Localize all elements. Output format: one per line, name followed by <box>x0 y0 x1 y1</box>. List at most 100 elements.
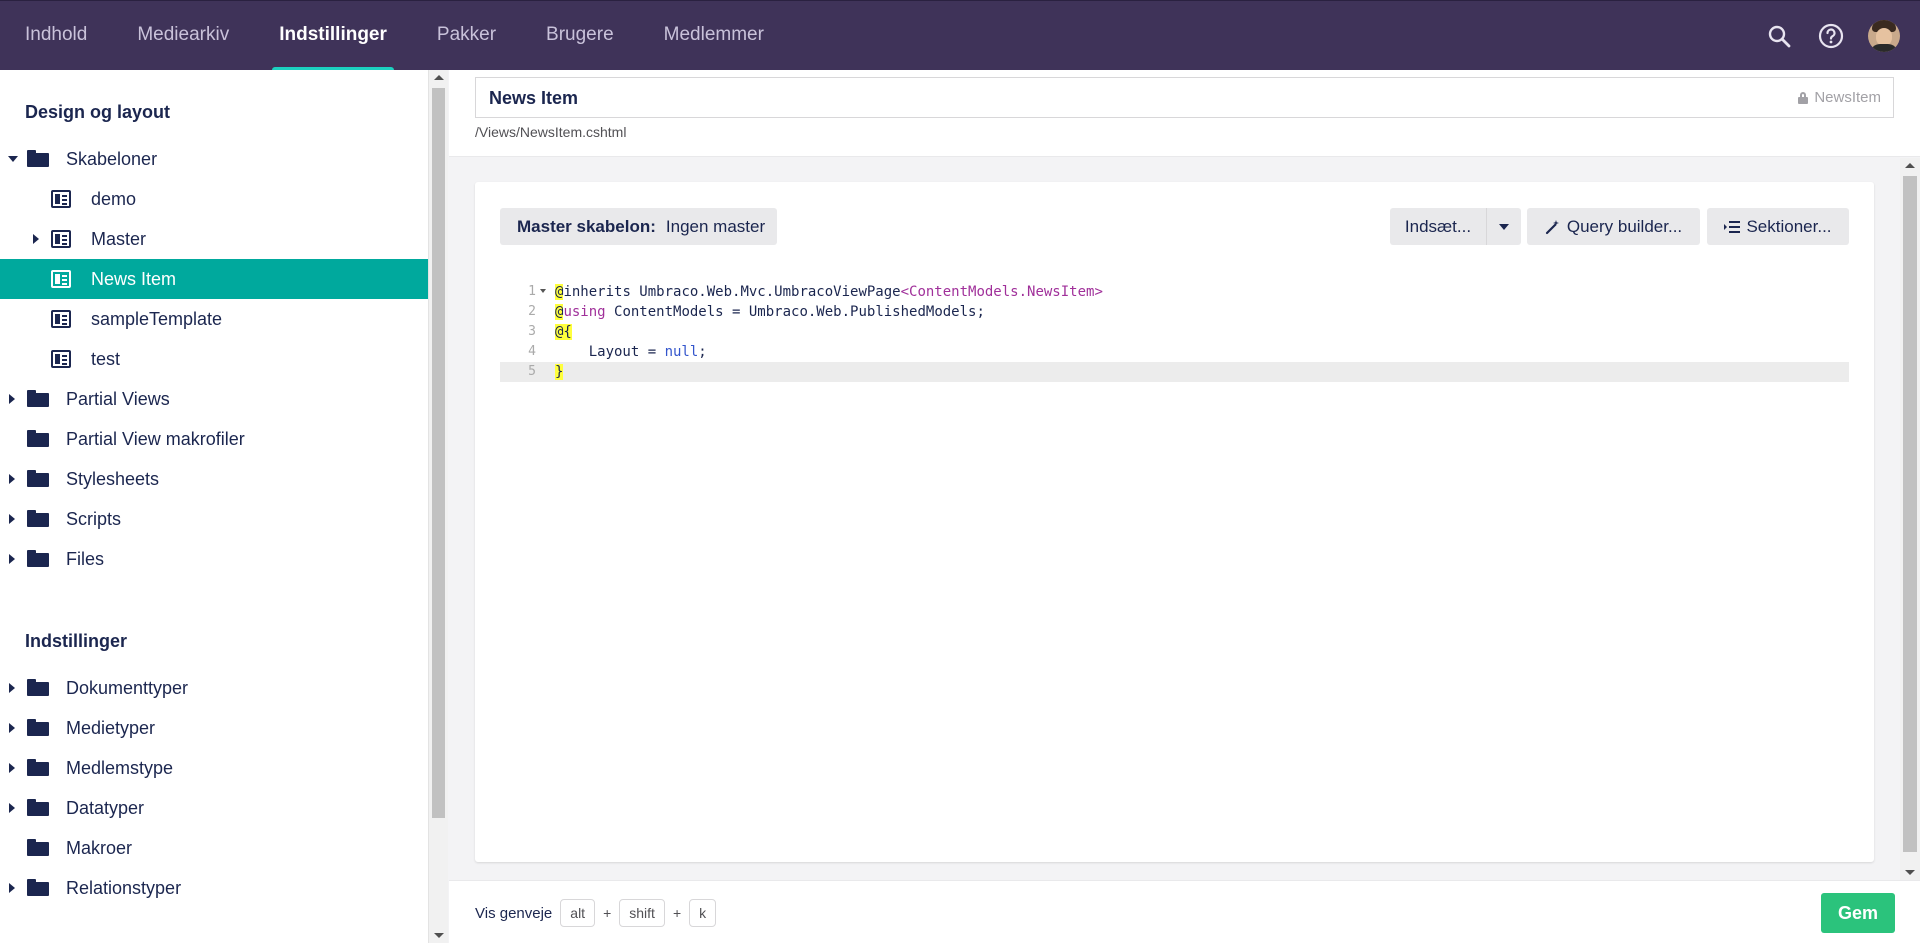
nav-item-brugere[interactable]: Brugere <box>521 1 639 71</box>
insert-dropdown-toggle[interactable] <box>1486 208 1521 245</box>
lock-icon[interactable] <box>1798 91 1809 104</box>
kbd-k: k <box>689 899 717 927</box>
template-name-value[interactable]: News Item <box>489 88 578 109</box>
scrollbar-thumb[interactable] <box>432 88 445 818</box>
caret-right-icon[interactable] <box>9 883 15 893</box>
line-number: 5 <box>528 364 536 379</box>
tree-item-scripts[interactable]: Scripts <box>0 499 428 539</box>
code-line[interactable]: 1 @inherits Umbraco.Web.Mvc.UmbracoViewP… <box>500 282 1849 302</box>
tree-label: Partial View makrofiler <box>66 428 245 449</box>
section-title-indstillinger: Indstillinger <box>25 631 128 651</box>
scrollbar-thumb[interactable] <box>1903 176 1917 852</box>
tree-label: Medlemstype <box>66 757 174 778</box>
code-text[interactable]: @inherits Umbraco.Web.Mvc.UmbracoViewPag… <box>555 282 1103 302</box>
tree-item-dokumenttyper[interactable]: Dokumenttyper <box>0 668 428 708</box>
caret-down-icon[interactable] <box>8 156 18 162</box>
code-line-active[interactable]: 5 } <box>500 362 1849 382</box>
tree-label: Files <box>66 548 105 569</box>
save-button[interactable]: Gem <box>1821 893 1895 933</box>
insert-button[interactable]: Indsæt... <box>1390 208 1486 245</box>
folder-icon <box>27 719 49 736</box>
caret-right-icon[interactable] <box>9 514 15 524</box>
code-text[interactable]: Layout = null; <box>555 342 707 362</box>
template-icon <box>51 190 71 208</box>
tree-item-test[interactable]: test <box>0 339 428 379</box>
tree-label: Partial Views <box>66 388 170 409</box>
template-icon <box>51 310 71 328</box>
caret-down-icon <box>1499 223 1509 230</box>
file-path: /Views/NewsItem.cshtml <box>475 124 627 140</box>
tree-item-news-item[interactable]: News Item <box>0 259 428 299</box>
shortcuts-hint[interactable]: Vis genveje alt + shift + k <box>475 899 717 927</box>
sidebar-scrollbar[interactable] <box>428 70 448 943</box>
folder-icon <box>27 390 49 407</box>
code-line[interactable]: 3 @{ <box>500 322 1849 342</box>
tree-item-medlemstype[interactable]: Medlemstype <box>0 748 428 788</box>
scroll-down-arrow-icon[interactable] <box>1905 870 1915 875</box>
sections-button[interactable]: Sektioner... <box>1707 208 1849 245</box>
caret-right-icon[interactable] <box>9 763 15 773</box>
wand-icon <box>1545 219 1559 234</box>
tree-label: test <box>91 348 121 369</box>
tree-item-stylesheets[interactable]: Stylesheets <box>0 459 428 499</box>
line-number: 4 <box>528 344 536 359</box>
plus-sign: + <box>672 905 682 921</box>
scroll-up-arrow-icon[interactable] <box>434 75 444 80</box>
master-value: Ingen master <box>665 216 766 236</box>
tree-label: Datatyper <box>66 797 145 818</box>
nav-item-mediearkiv[interactable]: Mediearkiv <box>112 1 254 71</box>
kbd-alt: alt <box>560 899 596 927</box>
alias-value: NewsItem <box>1814 89 1881 106</box>
caret-right-icon[interactable] <box>9 803 15 813</box>
code-text[interactable]: @{ <box>555 322 572 342</box>
code-line[interactable]: 2 @using ContentModels = Umbraco.Web.Pub… <box>500 302 1849 322</box>
tree-item-demo[interactable]: demo <box>0 179 428 219</box>
search-icon[interactable] <box>1764 21 1794 51</box>
folder-icon <box>27 799 49 816</box>
template-alias[interactable]: NewsItem <box>1798 89 1881 106</box>
line-number: 1 <box>528 284 536 299</box>
tree-item-master[interactable]: Master <box>0 219 428 259</box>
code-text[interactable]: @using ContentModels = Umbraco.Web.Publi… <box>555 302 985 322</box>
fold-arrow-icon[interactable] <box>540 289 546 293</box>
scroll-up-arrow-icon[interactable] <box>1905 163 1915 168</box>
folder-icon <box>27 679 49 696</box>
caret-right-icon[interactable] <box>9 474 15 484</box>
list-icon <box>1724 220 1741 233</box>
scroll-down-arrow-icon[interactable] <box>434 933 444 938</box>
avatar[interactable] <box>1868 20 1900 52</box>
tree-item-datatyper[interactable]: Datatyper <box>0 788 428 828</box>
caret-right-icon[interactable] <box>9 394 15 404</box>
template-name-field[interactable]: News Item NewsItem <box>475 77 1894 118</box>
tree-item-sampletemplate[interactable]: sampleTemplate <box>0 299 428 339</box>
tree-item-skabeloner[interactable]: Skabeloner <box>0 139 428 179</box>
tree-item-medietyper[interactable]: Medietyper <box>0 708 428 748</box>
line-number: 2 <box>528 304 536 319</box>
tree-item-makroer[interactable]: Makroer <box>0 828 428 868</box>
master-template-button[interactable]: Master skabelon: Ingen master <box>500 208 777 245</box>
nav-item-indhold[interactable]: Indhold <box>0 1 112 71</box>
shortcut-label[interactable]: Vis genveje <box>475 905 552 922</box>
help-icon[interactable] <box>1816 21 1846 51</box>
section-title-design: Design og layout <box>25 102 171 122</box>
tree-item-relationstyper[interactable]: Relationstyper <box>0 868 428 908</box>
caret-right-icon[interactable] <box>33 234 39 244</box>
tree-label: sampleTemplate <box>91 308 223 329</box>
tree-label: Medietyper <box>66 717 156 738</box>
nav-item-medlemmer[interactable]: Medlemmer <box>639 1 789 71</box>
code-editor[interactable]: 1 @inherits Umbraco.Web.Mvc.UmbracoViewP… <box>500 282 1849 382</box>
nav-item-indstillinger[interactable]: Indstillinger <box>254 1 412 71</box>
tree-item-partial-view-makrofiler[interactable]: Partial View makrofiler <box>0 419 428 459</box>
tree-label: Master <box>91 228 147 249</box>
editor-scrollbar[interactable] <box>1900 158 1920 880</box>
caret-right-icon[interactable] <box>9 723 15 733</box>
folder-icon <box>27 430 49 447</box>
code-text[interactable]: } <box>555 362 564 382</box>
query-builder-button[interactable]: Query builder... <box>1527 208 1700 245</box>
code-line[interactable]: 4 Layout = null; <box>500 342 1849 362</box>
nav-item-pakker[interactable]: Pakker <box>412 1 521 71</box>
caret-right-icon[interactable] <box>9 683 15 693</box>
tree-item-partial-views[interactable]: Partial Views <box>0 379 428 419</box>
tree-item-files[interactable]: Files <box>0 539 428 579</box>
caret-right-icon[interactable] <box>9 554 15 564</box>
